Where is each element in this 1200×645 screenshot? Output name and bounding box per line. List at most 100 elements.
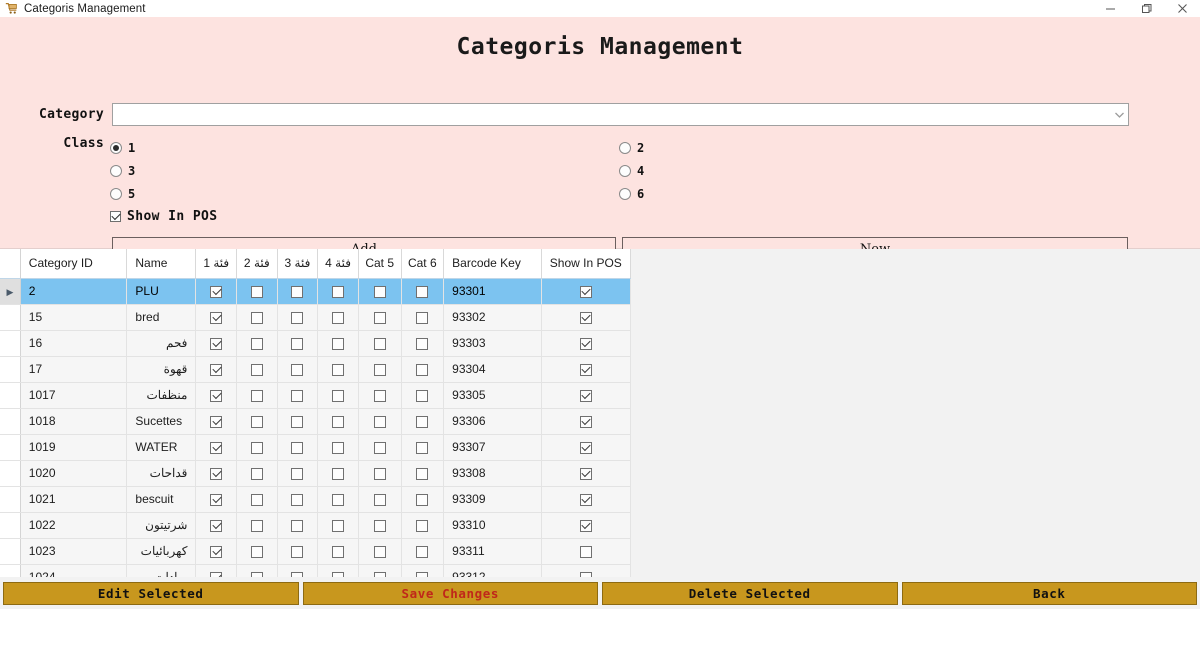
cell-show-in-pos-checkbox[interactable]	[541, 486, 630, 512]
cell-name[interactable]: قهوة	[127, 356, 196, 382]
column-header-cat4[interactable]: فئة 4	[318, 249, 359, 278]
cell-show-in-pos-checkbox[interactable]	[541, 408, 630, 434]
class-radio-4[interactable]: 4	[619, 159, 644, 182]
cell-category-id[interactable]: 17	[20, 356, 127, 382]
cell-cat1-checkbox[interactable]	[196, 512, 237, 538]
cell-cat5-checkbox[interactable]	[358, 330, 401, 356]
cell-barcode-key[interactable]: 93301	[444, 278, 541, 304]
cell-cat6-checkbox[interactable]	[401, 330, 444, 356]
cell-name[interactable]: شرتيتون	[127, 512, 196, 538]
cell-barcode-key[interactable]: 93311	[444, 538, 541, 564]
cell-cat3-checkbox[interactable]	[277, 512, 318, 538]
cell-cat2-checkbox[interactable]	[237, 538, 278, 564]
cell-cat6-checkbox[interactable]	[401, 486, 444, 512]
cell-cat6-checkbox[interactable]	[401, 304, 444, 330]
cell-cat4-checkbox[interactable]	[318, 408, 359, 434]
cell-cat5-checkbox[interactable]	[358, 538, 401, 564]
cell-cat3-checkbox[interactable]	[277, 304, 318, 330]
cell-cat2-checkbox[interactable]	[237, 304, 278, 330]
cell-show-in-pos-checkbox[interactable]	[541, 330, 630, 356]
column-header-cat2[interactable]: فئة 2	[237, 249, 278, 278]
cell-cat4-checkbox[interactable]	[318, 460, 359, 486]
cell-cat3-checkbox[interactable]	[277, 278, 318, 304]
cell-cat3-checkbox[interactable]	[277, 408, 318, 434]
row-selector-cell[interactable]	[0, 330, 20, 356]
cell-name[interactable]: Sucettes	[127, 408, 196, 434]
cell-name[interactable]: bescuit	[127, 486, 196, 512]
cell-barcode-key[interactable]: 93310	[444, 512, 541, 538]
cell-show-in-pos-checkbox[interactable]	[541, 304, 630, 330]
cell-cat2-checkbox[interactable]	[237, 356, 278, 382]
cell-category-id[interactable]: 1021	[20, 486, 127, 512]
restore-button[interactable]	[1128, 0, 1164, 17]
category-dropdown[interactable]	[112, 103, 1129, 126]
column-header-show-in-pos[interactable]: Show In POS	[541, 249, 630, 278]
cell-cat1-checkbox[interactable]	[196, 538, 237, 564]
class-radio-6[interactable]: 6	[619, 182, 644, 205]
class-radio-5[interactable]: 5	[110, 182, 135, 205]
cell-category-id[interactable]: 1020	[20, 460, 127, 486]
cell-cat2-checkbox[interactable]	[237, 408, 278, 434]
delete-selected-button[interactable]: Delete Selected	[602, 582, 898, 605]
cell-cat4-checkbox[interactable]	[318, 278, 359, 304]
cell-barcode-key[interactable]: 93309	[444, 486, 541, 512]
cell-cat4-checkbox[interactable]	[318, 434, 359, 460]
table-row[interactable]: 1017منظفات93305	[0, 382, 631, 408]
cell-cat1-checkbox[interactable]	[196, 408, 237, 434]
cell-barcode-key[interactable]: 93303	[444, 330, 541, 356]
cell-name[interactable]: PLU	[127, 278, 196, 304]
cell-barcode-key[interactable]: 93302	[444, 304, 541, 330]
column-header-cat3[interactable]: فئة 3	[277, 249, 318, 278]
column-header-cat1[interactable]: فئة 1	[196, 249, 237, 278]
table-row[interactable]: 17قهوة 93304	[0, 356, 631, 382]
column-header-name[interactable]: Name	[127, 249, 196, 278]
cell-cat4-checkbox[interactable]	[318, 304, 359, 330]
cell-barcode-key[interactable]: 93304	[444, 356, 541, 382]
cell-cat4-checkbox[interactable]	[318, 330, 359, 356]
column-header-cat5[interactable]: Cat 5	[358, 249, 401, 278]
cell-cat2-checkbox[interactable]	[237, 278, 278, 304]
cell-cat4-checkbox[interactable]	[318, 512, 359, 538]
categories-grid[interactable]: Category ID Name فئة 1 فئة 2 فئة 3 فئة 4…	[0, 249, 631, 592]
cell-name[interactable]: قداحات	[127, 460, 196, 486]
cell-cat1-checkbox[interactable]	[196, 278, 237, 304]
table-row[interactable]: 16فحم93303	[0, 330, 631, 356]
cell-show-in-pos-checkbox[interactable]	[541, 460, 630, 486]
cell-cat1-checkbox[interactable]	[196, 304, 237, 330]
cell-cat5-checkbox[interactable]	[358, 382, 401, 408]
cell-cat3-checkbox[interactable]	[277, 460, 318, 486]
table-row[interactable]: 15bred93302	[0, 304, 631, 330]
minimize-button[interactable]	[1092, 0, 1128, 17]
cell-show-in-pos-checkbox[interactable]	[541, 538, 630, 564]
cell-category-id[interactable]: 1022	[20, 512, 127, 538]
cell-cat2-checkbox[interactable]	[237, 434, 278, 460]
class-radio-2[interactable]: 2	[619, 136, 644, 159]
close-button[interactable]	[1164, 0, 1200, 17]
column-header-cat6[interactable]: Cat 6	[401, 249, 444, 278]
cell-cat3-checkbox[interactable]	[277, 434, 318, 460]
cell-cat5-checkbox[interactable]	[358, 460, 401, 486]
cell-cat6-checkbox[interactable]	[401, 434, 444, 460]
row-selector-cell[interactable]	[0, 356, 20, 382]
cell-cat6-checkbox[interactable]	[401, 512, 444, 538]
cell-cat6-checkbox[interactable]	[401, 460, 444, 486]
cell-cat6-checkbox[interactable]	[401, 408, 444, 434]
cell-category-id[interactable]: 1018	[20, 408, 127, 434]
row-selector-cell[interactable]	[0, 460, 20, 486]
cell-cat3-checkbox[interactable]	[277, 538, 318, 564]
row-selector-cell[interactable]: ▶	[0, 278, 20, 304]
cell-cat2-checkbox[interactable]	[237, 382, 278, 408]
cell-cat4-checkbox[interactable]	[318, 382, 359, 408]
cell-cat1-checkbox[interactable]	[196, 434, 237, 460]
cell-cat5-checkbox[interactable]	[358, 278, 401, 304]
cell-category-id[interactable]: 1023	[20, 538, 127, 564]
cell-cat1-checkbox[interactable]	[196, 356, 237, 382]
row-selector-cell[interactable]	[0, 304, 20, 330]
cell-cat5-checkbox[interactable]	[358, 434, 401, 460]
row-selector-cell[interactable]	[0, 486, 20, 512]
cell-category-id[interactable]: 2	[20, 278, 127, 304]
save-changes-button[interactable]: Save Changes	[303, 582, 599, 605]
cell-cat4-checkbox[interactable]	[318, 538, 359, 564]
row-selector-cell[interactable]	[0, 408, 20, 434]
table-row[interactable]: 1023كهربائيات93311	[0, 538, 631, 564]
